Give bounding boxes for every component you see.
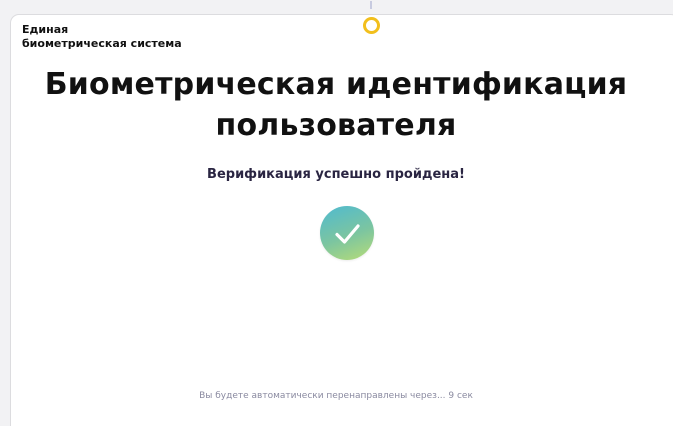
- checkmark-icon: [320, 206, 374, 260]
- page-title: Биометрическая идентификация пользовател…: [11, 64, 661, 146]
- brand-logo-text: Единая биометрическая система: [22, 23, 182, 51]
- redirect-countdown: Вы будете автоматически перенаправлены ч…: [199, 391, 473, 401]
- camera-indicator-icon: [363, 17, 380, 34]
- verification-status: Верификация успешно пройдена!: [207, 167, 465, 182]
- app-page: Единая биометрическая система Биометриче…: [0, 0, 673, 426]
- checkmark-glyph: [335, 224, 360, 244]
- brand-line-2: биометрическая система: [22, 37, 182, 50]
- page-title-line-1: Биометрическая идентификация: [44, 67, 628, 102]
- verification-card: Единая биометрическая система Биометриче…: [10, 1, 673, 426]
- camera-stem: [370, 1, 372, 9]
- page-title-line-2: пользователя: [215, 108, 457, 143]
- brand-line-1: Единая: [22, 23, 69, 36]
